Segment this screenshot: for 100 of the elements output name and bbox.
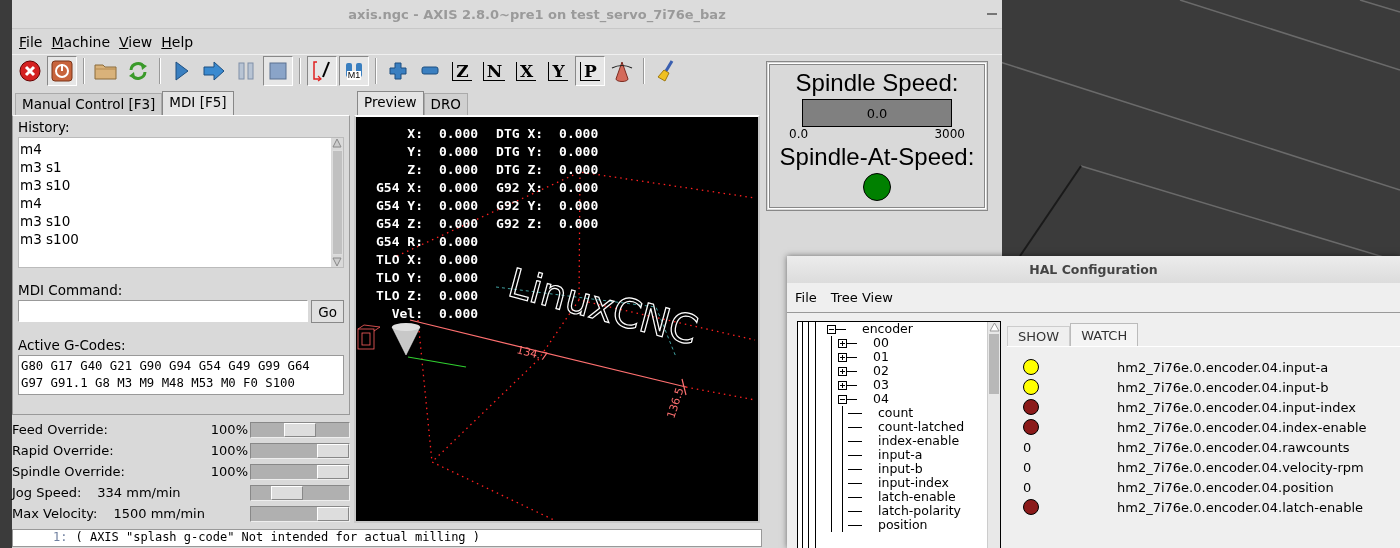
scrollbar-thumb[interactable] (989, 334, 999, 394)
scroll-down-icon[interactable] (332, 257, 342, 267)
override-slider[interactable] (250, 421, 350, 438)
tab[interactable]: Preview (357, 91, 424, 115)
dro-value: 0.000 (438, 161, 479, 179)
mdi-command-label: MDI Command: (18, 282, 124, 298)
dro-label: G92 Y: (496, 197, 544, 215)
override-slider[interactable] (250, 442, 350, 459)
play-icon (174, 60, 190, 82)
override-slider[interactable] (250, 484, 350, 501)
dro-label: X: (407, 125, 423, 143)
dro-label: Vel: (391, 305, 423, 323)
scrollbar-thumb[interactable] (331, 150, 343, 255)
override-label: Feed Override: (12, 422, 108, 437)
stop-button[interactable] (263, 56, 293, 86)
dro-label: DTG Y: (496, 143, 544, 161)
tree-item[interactable]: 01 (873, 350, 889, 364)
slider-handle[interactable] (270, 485, 303, 500)
tree-item[interactable]: input-b (878, 462, 923, 476)
folder-icon (94, 61, 118, 81)
menu-item[interactable]: File (16, 33, 46, 50)
slider-handle[interactable] (317, 443, 349, 458)
tree-item[interactable]: 04 (873, 392, 889, 406)
pin-name: hm2_7i76e.0.encoder.04.latch-enable (1117, 499, 1363, 515)
expand-icon[interactable] (838, 352, 847, 362)
right-arrow-icon (203, 61, 225, 81)
tree-item[interactable]: position (878, 518, 928, 532)
pin-value: 0 (1023, 459, 1032, 475)
tree-item[interactable]: encoder (862, 322, 913, 336)
scroll-up-icon[interactable] (332, 138, 342, 148)
expand-icon[interactable] (838, 380, 847, 390)
menu-item[interactable]: File (795, 290, 817, 305)
collapse-icon[interactable] (838, 394, 847, 404)
history-item[interactable]: m3 s1 (20, 158, 62, 176)
spindle-speed-reading: 0.0 (866, 105, 888, 121)
override-value: 334 mm/min (97, 485, 181, 500)
tree-item[interactable]: count-latched (878, 420, 965, 434)
tree-item[interactable]: count (878, 406, 914, 420)
slider-handle[interactable] (317, 506, 349, 521)
dro-label: G54 R: (376, 233, 423, 251)
override-label: Rapid Override: (12, 443, 114, 458)
menu-item[interactable]: Help (158, 33, 197, 50)
dro-value: 0.000 (438, 251, 479, 269)
dro-label: G54 Y: (376, 197, 423, 215)
tree-item[interactable]: latch-enable (878, 490, 956, 504)
scrollbar[interactable] (987, 322, 1000, 548)
dro-label: Y: (407, 143, 423, 161)
mdi-command-field[interactable] (18, 300, 309, 322)
view-button[interactable]: P (575, 56, 605, 86)
menu-item[interactable]: Tree View (830, 290, 893, 305)
machine-power-button[interactable] (47, 56, 77, 86)
tree-item[interactable]: 00 (873, 336, 889, 350)
view-button[interactable]: Y (543, 56, 573, 86)
dro-value: 0.000 (559, 125, 599, 143)
active-gcodes-label: Active G-Codes: (18, 337, 127, 353)
go-button[interactable]: Go (311, 300, 344, 323)
view-button[interactable]: N (479, 56, 509, 86)
tab[interactable]: DRO (423, 93, 468, 115)
menu-item[interactable]: View (116, 33, 156, 50)
scroll-up-icon[interactable] (988, 322, 1000, 332)
history-item[interactable]: m4 (20, 140, 42, 158)
tab[interactable]: WATCH (1070, 323, 1139, 346)
dro-label: G92 Z: (496, 215, 544, 233)
collapse-icon[interactable] (827, 324, 836, 334)
line-number: 1: (53, 530, 68, 545)
dro-label: DTG X: (496, 125, 544, 143)
scale-max: 3000 (934, 127, 965, 141)
tree-item[interactable]: 03 (873, 378, 889, 392)
history-item[interactable]: m4 (20, 194, 42, 212)
tree-item[interactable]: index-enable (878, 434, 960, 448)
tree-item[interactable]: input-a (878, 448, 923, 462)
history-item[interactable]: m3 s10 (20, 212, 71, 230)
tree-item[interactable]: 02 (873, 364, 889, 378)
optional-stop-button[interactable]: M1 (339, 56, 369, 86)
override-slider[interactable] (250, 505, 350, 522)
override-slider[interactable] (250, 463, 350, 480)
expand-icon[interactable] (838, 366, 847, 376)
tree-item[interactable]: latch-polarity (878, 504, 961, 518)
tab[interactable]: Manual Control [F3] (15, 93, 163, 115)
pin-name: hm2_7i76e.0.encoder.04.input-b (1117, 379, 1329, 395)
block-delete-button[interactable] (307, 56, 337, 86)
pin-name: hm2_7i76e.0.encoder.04.input-index (1117, 399, 1356, 415)
tree-item[interactable]: input-index (878, 476, 949, 490)
menu-item[interactable]: Machine (48, 33, 114, 50)
history-item[interactable]: m3 s10 (20, 176, 71, 194)
view-button[interactable]: Z (447, 56, 477, 86)
slider-handle[interactable] (284, 422, 316, 437)
override-value: 1500 mm/min (113, 506, 205, 521)
slider-handle[interactable] (317, 464, 349, 479)
history-item[interactable]: m3 s100 (20, 230, 79, 248)
pin-value: 0 (1023, 439, 1032, 455)
dro-value: 0.000 (559, 197, 599, 215)
scrollbar[interactable] (331, 138, 343, 267)
pin-name: hm2_7i76e.0.encoder.04.input-a (1117, 359, 1329, 375)
dro-value: 0.000 (559, 161, 599, 179)
dro-label: Z: (407, 161, 423, 179)
gcodes-text: G80 G17 G40 G21 G90 G94 G54 G49 G99 G64 (21, 358, 310, 375)
view-button[interactable]: X (511, 56, 541, 86)
tab[interactable]: MDI [F5] (162, 91, 234, 115)
expand-icon[interactable] (838, 338, 847, 348)
